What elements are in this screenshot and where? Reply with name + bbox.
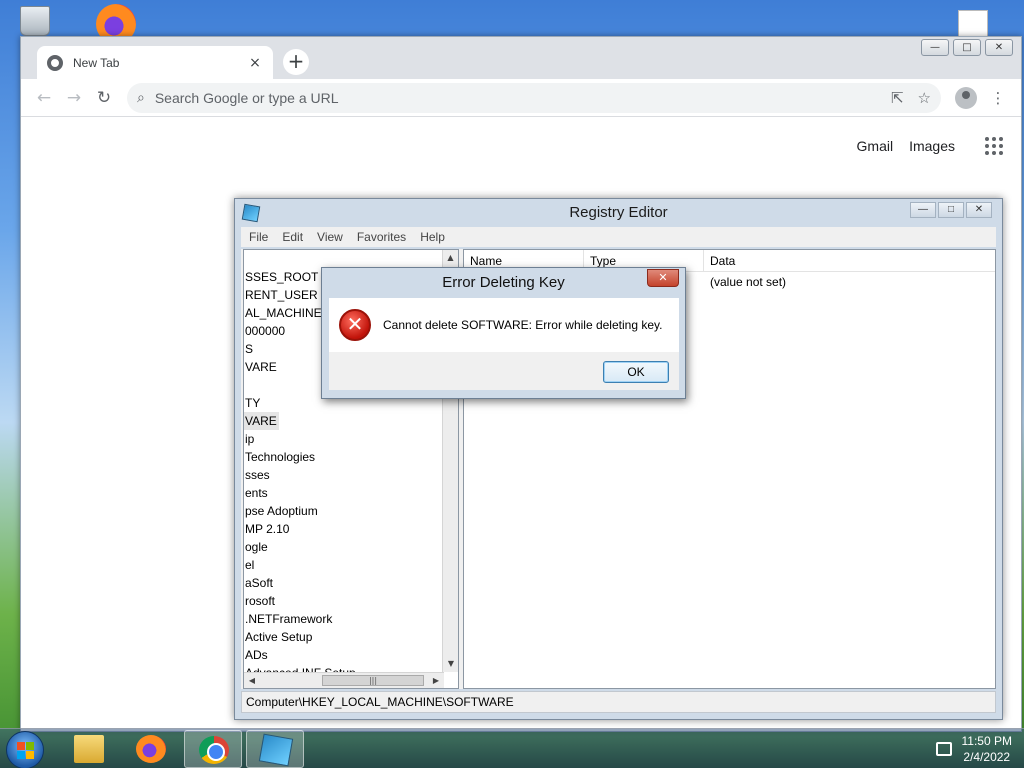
menu-view[interactable]: View	[317, 230, 343, 244]
chrome-favicon-icon	[47, 54, 63, 71]
network-icon[interactable]	[935, 742, 952, 756]
scroll-left-arrow-icon[interactable]: ◀	[244, 673, 260, 688]
omnibox-input[interactable]: Search Google or type a URL	[155, 90, 891, 106]
dialog-body: ✕ Cannot delete SOFTWARE: Error while de…	[329, 298, 679, 352]
chrome-icon	[199, 736, 229, 764]
menu-help[interactable]: Help	[420, 230, 445, 244]
tree-item[interactable]: pse Adoptium	[244, 502, 444, 520]
value-data: (value not set)	[710, 275, 787, 289]
bookmark-star-icon[interactable]: ☆	[918, 89, 931, 107]
tree-item[interactable]: ip	[244, 430, 444, 448]
profile-avatar-icon[interactable]	[955, 86, 977, 109]
share-icon[interactable]: ⇱	[891, 89, 904, 107]
tree-item[interactable]: ogle	[244, 538, 444, 556]
clock-date: 2/4/2022	[963, 750, 1011, 764]
dialog-titlebar[interactable]: Error Deleting Key ✕	[322, 268, 685, 298]
registry-statusbar: Computer\HKEY_LOCAL_MACHINE\SOFTWARE	[241, 691, 996, 713]
browser-toolbar: ← → ↻ ⌕ Search Google or type a URL ⇱ ☆ …	[21, 79, 1021, 117]
tree-item[interactable]: .NETFramework	[244, 610, 444, 628]
reload-icon[interactable]: ↻	[89, 83, 119, 113]
clock[interactable]: 11:50 PM 2/4/2022	[962, 733, 1012, 765]
regedit-close-button[interactable]: ✕	[966, 202, 992, 218]
menu-favorites[interactable]: Favorites	[357, 230, 406, 244]
horizontal-scroll-thumb[interactable]: |||	[322, 675, 424, 686]
tree-item[interactable]: el	[244, 556, 444, 574]
folder-icon	[74, 735, 104, 763]
new-tab-button[interactable]: +	[283, 49, 309, 75]
taskbar-explorer[interactable]	[60, 730, 118, 768]
menu-kebab-icon[interactable]: ⋮	[983, 83, 1013, 113]
registry-editor-icon	[241, 203, 261, 223]
tab-new-tab[interactable]: New Tab ×	[37, 46, 273, 79]
registry-editor-icon	[258, 733, 294, 767]
taskbar-firefox[interactable]	[122, 730, 180, 768]
taskbar: 11:50 PM 2/4/2022	[0, 728, 1024, 768]
windows-logo-icon	[17, 742, 34, 759]
tree-item[interactable]: ents	[244, 484, 444, 502]
tree-horizontal-scrollbar[interactable]: ◀ ||| ▶	[244, 672, 444, 688]
menu-edit[interactable]: Edit	[282, 230, 303, 244]
start-button[interactable]	[6, 731, 44, 768]
google-apps-icon[interactable]	[985, 137, 1003, 155]
scroll-up-arrow-icon[interactable]: ▲	[443, 250, 458, 266]
error-icon: ✕	[339, 309, 371, 341]
registry-menubar: File Edit View Favorites Help	[241, 227, 996, 247]
dialog-close-button[interactable]: ✕	[647, 269, 679, 287]
search-icon: ⌕	[137, 89, 145, 106]
tree-item[interactable]: sses	[244, 466, 444, 484]
taskbar-regedit[interactable]	[246, 730, 304, 768]
tree-item[interactable]: MP 2.10	[244, 520, 444, 538]
tree-item[interactable]: Active Setup	[244, 628, 444, 646]
column-data[interactable]: Data	[704, 250, 995, 271]
dialog-footer: OK	[329, 352, 679, 390]
regedit-minimize-button[interactable]: —	[910, 202, 936, 218]
tab-title: New Tab	[73, 55, 120, 70]
registry-window-controls: — □ ✕	[910, 202, 992, 218]
clock-time: 11:50 PM	[961, 734, 1012, 748]
back-arrow-icon[interactable]: ←	[29, 83, 59, 113]
chrome-window-controls: — □ ✕	[921, 39, 1013, 56]
menu-file[interactable]: File	[249, 230, 268, 244]
close-button[interactable]: ✕	[985, 39, 1013, 56]
forward-arrow-icon[interactable]: →	[59, 83, 89, 113]
tab-close-icon[interactable]: ×	[247, 55, 263, 71]
dialog-title: Error Deleting Key	[442, 274, 565, 291]
tree-item[interactable]: Technologies	[244, 448, 444, 466]
regedit-maximize-button[interactable]: □	[938, 202, 964, 218]
firefox-icon	[136, 735, 166, 763]
tree-item[interactable]: aSoft	[244, 574, 444, 592]
recycle-bin-icon[interactable]	[20, 6, 50, 36]
tree-item[interactable]: ADs	[244, 646, 444, 664]
tree-item-selected[interactable]: VARE	[244, 412, 279, 430]
gmail-link[interactable]: Gmail	[857, 138, 894, 154]
error-message: Cannot delete SOFTWARE: Error while dele…	[383, 318, 663, 332]
system-tray: 11:50 PM 2/4/2022	[935, 733, 1012, 765]
google-bar: Gmail Images	[857, 137, 1003, 155]
scroll-right-arrow-icon[interactable]: ▶	[428, 673, 444, 688]
minimize-button[interactable]: —	[921, 39, 949, 56]
tab-strip: New Tab × + — □ ✕	[21, 37, 1021, 79]
tree-item[interactable]: rosoft	[244, 592, 444, 610]
images-link[interactable]: Images	[909, 138, 955, 154]
registry-editor-titlebar[interactable]: Registry Editor — □ ✕	[235, 199, 1002, 227]
ok-button[interactable]: OK	[603, 361, 669, 383]
omnibox[interactable]: ⌕ Search Google or type a URL ⇱ ☆	[127, 82, 941, 113]
scroll-down-arrow-icon[interactable]: ▼	[443, 656, 458, 672]
error-dialog: Error Deleting Key ✕ ✕ Cannot delete SOF…	[321, 267, 686, 399]
registry-editor-title: Registry Editor	[569, 204, 668, 221]
maximize-button[interactable]: □	[953, 39, 981, 56]
taskbar-chrome[interactable]	[184, 730, 242, 768]
